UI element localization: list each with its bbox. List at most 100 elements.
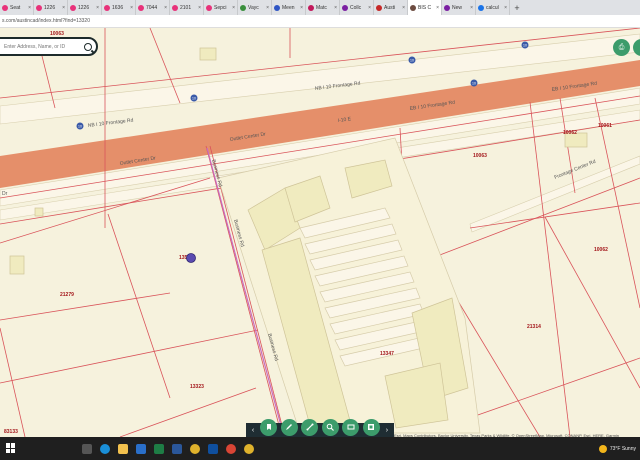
tab-favicon-icon bbox=[70, 4, 76, 11]
windows-start-icon[interactable] bbox=[6, 443, 16, 453]
bookmark-icon bbox=[266, 424, 271, 430]
search-input[interactable] bbox=[4, 43, 88, 50]
browser-tab[interactable]: 1226 × bbox=[68, 0, 102, 15]
tab-favicon-icon bbox=[104, 4, 110, 11]
parcel-13347[interactable]: 13347 bbox=[380, 351, 394, 357]
draw-icon bbox=[286, 424, 293, 430]
tab-label: Seat bbox=[10, 4, 21, 11]
tab-close-icon[interactable]: × bbox=[232, 5, 235, 11]
svg-text:10: 10 bbox=[192, 96, 196, 100]
tab-favicon-icon bbox=[342, 4, 348, 11]
taskview-icon[interactable] bbox=[78, 437, 96, 460]
browser-tab[interactable]: Austi × bbox=[374, 0, 408, 15]
basemap-button[interactable] bbox=[342, 418, 360, 436]
weather-icon[interactable] bbox=[598, 444, 607, 453]
word-icon[interactable] bbox=[168, 437, 186, 460]
svg-text:10: 10 bbox=[523, 43, 527, 47]
parcel-map[interactable]: 13520 21279 13323 13347 21314 10063 1006… bbox=[0, 28, 640, 437]
browser-tab[interactable]: BIS C × bbox=[408, 0, 442, 15]
tab-favicon-icon bbox=[36, 4, 42, 11]
browser-tab[interactable]: Meen × bbox=[272, 0, 306, 15]
browser-tab[interactable]: calcul × bbox=[476, 0, 510, 15]
tab-close-icon[interactable]: × bbox=[402, 5, 405, 11]
parcel-21314[interactable]: 21314 bbox=[527, 324, 541, 330]
tab-favicon-icon bbox=[444, 4, 450, 11]
tab-favicon-icon bbox=[478, 4, 484, 11]
tab-favicon-icon bbox=[206, 4, 212, 11]
tab-close-icon[interactable]: × bbox=[470, 5, 473, 11]
i10-shield-icon: 10 bbox=[76, 122, 84, 130]
tab-label: Vayc bbox=[248, 4, 259, 11]
tab-favicon-icon bbox=[308, 4, 314, 11]
measure-icon bbox=[306, 423, 314, 431]
tab-label: 1226 bbox=[78, 4, 90, 11]
edge-icon[interactable] bbox=[96, 437, 114, 460]
draw-button[interactable] bbox=[280, 418, 298, 436]
tab-close-icon[interactable]: × bbox=[504, 5, 507, 11]
tab-favicon-icon bbox=[2, 4, 8, 11]
new-tab-button[interactable]: + bbox=[510, 0, 524, 15]
mail-icon[interactable] bbox=[132, 437, 150, 460]
browser-tab[interactable]: 1636 × bbox=[102, 0, 136, 15]
measure-button[interactable] bbox=[301, 418, 319, 436]
tab-label: BIS C bbox=[418, 4, 432, 11]
excel-icon[interactable] bbox=[150, 437, 168, 460]
browser-tab[interactable]: Seat × bbox=[0, 0, 34, 15]
parcel-10063[interactable]: 10063 bbox=[473, 153, 487, 159]
parcel-83133[interactable]: 83133 bbox=[4, 429, 18, 435]
address-bar[interactable]: s.com/austincad/index.html?find=13320 bbox=[0, 15, 640, 28]
tab-label: Matc bbox=[316, 4, 327, 11]
selected-parcel-marker[interactable] bbox=[186, 253, 196, 263]
tab-label: 1226 bbox=[44, 4, 56, 11]
chrome-icon[interactable] bbox=[186, 437, 204, 460]
tab-close-icon[interactable]: × bbox=[130, 5, 133, 11]
tab-close-icon[interactable]: × bbox=[28, 5, 31, 11]
search-box[interactable] bbox=[0, 37, 98, 56]
bookmark-button[interactable] bbox=[260, 418, 278, 436]
search-icon[interactable] bbox=[84, 43, 92, 51]
parcel-10061[interactable]: 10061 bbox=[598, 123, 612, 129]
tab-close-icon[interactable]: × bbox=[266, 5, 269, 11]
browser-tab[interactable]: 1226 × bbox=[34, 0, 68, 15]
browser-tab[interactable]: 2101 × bbox=[170, 0, 204, 15]
weather-text[interactable]: 73°F Sunny bbox=[610, 446, 636, 452]
tab-close-icon[interactable]: × bbox=[198, 5, 201, 11]
tab-close-icon[interactable]: × bbox=[96, 5, 99, 11]
svg-text:10: 10 bbox=[410, 58, 414, 62]
print-button[interactable]: ⎙ bbox=[613, 39, 630, 56]
tab-label: 2101 bbox=[180, 4, 192, 11]
tab-label: calcul bbox=[486, 4, 499, 11]
tab-close-icon[interactable]: × bbox=[300, 5, 303, 11]
parcel-13323[interactable]: 13323 bbox=[190, 384, 204, 390]
parcel-10062-a[interactable]: 10062 bbox=[594, 247, 608, 253]
tab-close-icon[interactable]: × bbox=[368, 5, 371, 11]
tab-label: Austi bbox=[384, 4, 396, 11]
chrome-icon-2[interactable] bbox=[222, 437, 240, 460]
browser-tab[interactable]: New × bbox=[442, 0, 476, 15]
file-explorer-icon[interactable] bbox=[114, 437, 132, 460]
url-text[interactable]: s.com/austincad/index.html?find=13320 bbox=[0, 18, 90, 24]
identify-icon bbox=[326, 423, 335, 431]
tab-close-icon[interactable]: × bbox=[334, 5, 337, 11]
outlook-icon[interactable] bbox=[204, 437, 222, 460]
parcel-10062-b[interactable]: 10062 bbox=[563, 130, 577, 136]
map-toolbar: ‹ › bbox=[246, 418, 394, 437]
browser-tab[interactable]: Vayc × bbox=[238, 0, 272, 15]
tab-favicon-icon bbox=[240, 4, 246, 11]
browser-tab[interactable]: Collc × bbox=[340, 0, 374, 15]
layers-button[interactable] bbox=[362, 418, 380, 436]
tab-close-icon[interactable]: × bbox=[436, 5, 439, 11]
toolbar-next-button[interactable]: › bbox=[383, 427, 391, 434]
tab-close-icon[interactable]: × bbox=[62, 5, 65, 11]
map-canvas[interactable]: 13520 21279 13323 13347 21314 10063 1006… bbox=[0, 28, 640, 437]
toolbar-prev-button[interactable]: ‹ bbox=[249, 427, 257, 434]
i10-shield-icon: 10 bbox=[470, 79, 478, 87]
tab-favicon-icon bbox=[172, 4, 178, 11]
browser-tab[interactable]: 7044 × bbox=[136, 0, 170, 15]
parcel-21279[interactable]: 21279 bbox=[60, 292, 74, 298]
tab-close-icon[interactable]: × bbox=[164, 5, 167, 11]
chrome-icon-3[interactable] bbox=[240, 437, 258, 460]
browser-tab[interactable]: Matc × bbox=[306, 0, 340, 15]
identify-button[interactable] bbox=[321, 418, 339, 436]
browser-tab[interactable]: Sepci × bbox=[204, 0, 238, 15]
